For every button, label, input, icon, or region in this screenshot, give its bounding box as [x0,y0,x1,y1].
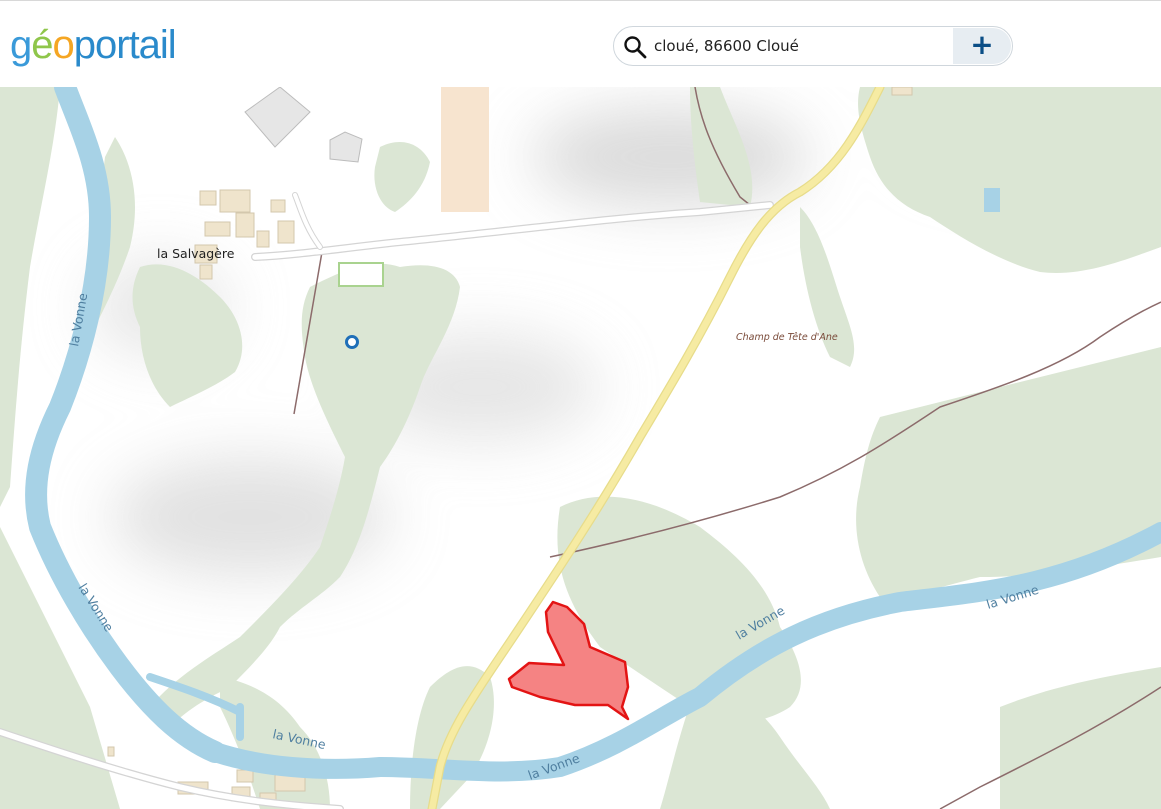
header-bar: géoportail + [0,0,1161,87]
search-input[interactable] [654,32,954,60]
logo-letter-g: g [10,23,32,67]
logo-word-portail: portail [73,23,177,67]
crop-field [441,87,489,212]
search-icon[interactable] [623,35,647,59]
location-marker[interactable] [345,335,359,349]
logo-letter-e: é [31,23,53,67]
map-canvas[interactable]: la Salvagère Champ de Tête d'Ane la Vonn… [0,87,1161,809]
geoportail-logo[interactable]: géoportail [10,21,177,69]
search-box: + [613,26,1013,66]
add-button[interactable]: + [953,28,1011,64]
sports-field [338,262,384,287]
label-champ-de-tete-d-ane: Champ de Tête d'Ane [736,332,838,343]
pond [984,188,1000,212]
label-la-salvagere: la Salvagère [157,246,235,261]
logo-letter-o: o [52,23,75,67]
